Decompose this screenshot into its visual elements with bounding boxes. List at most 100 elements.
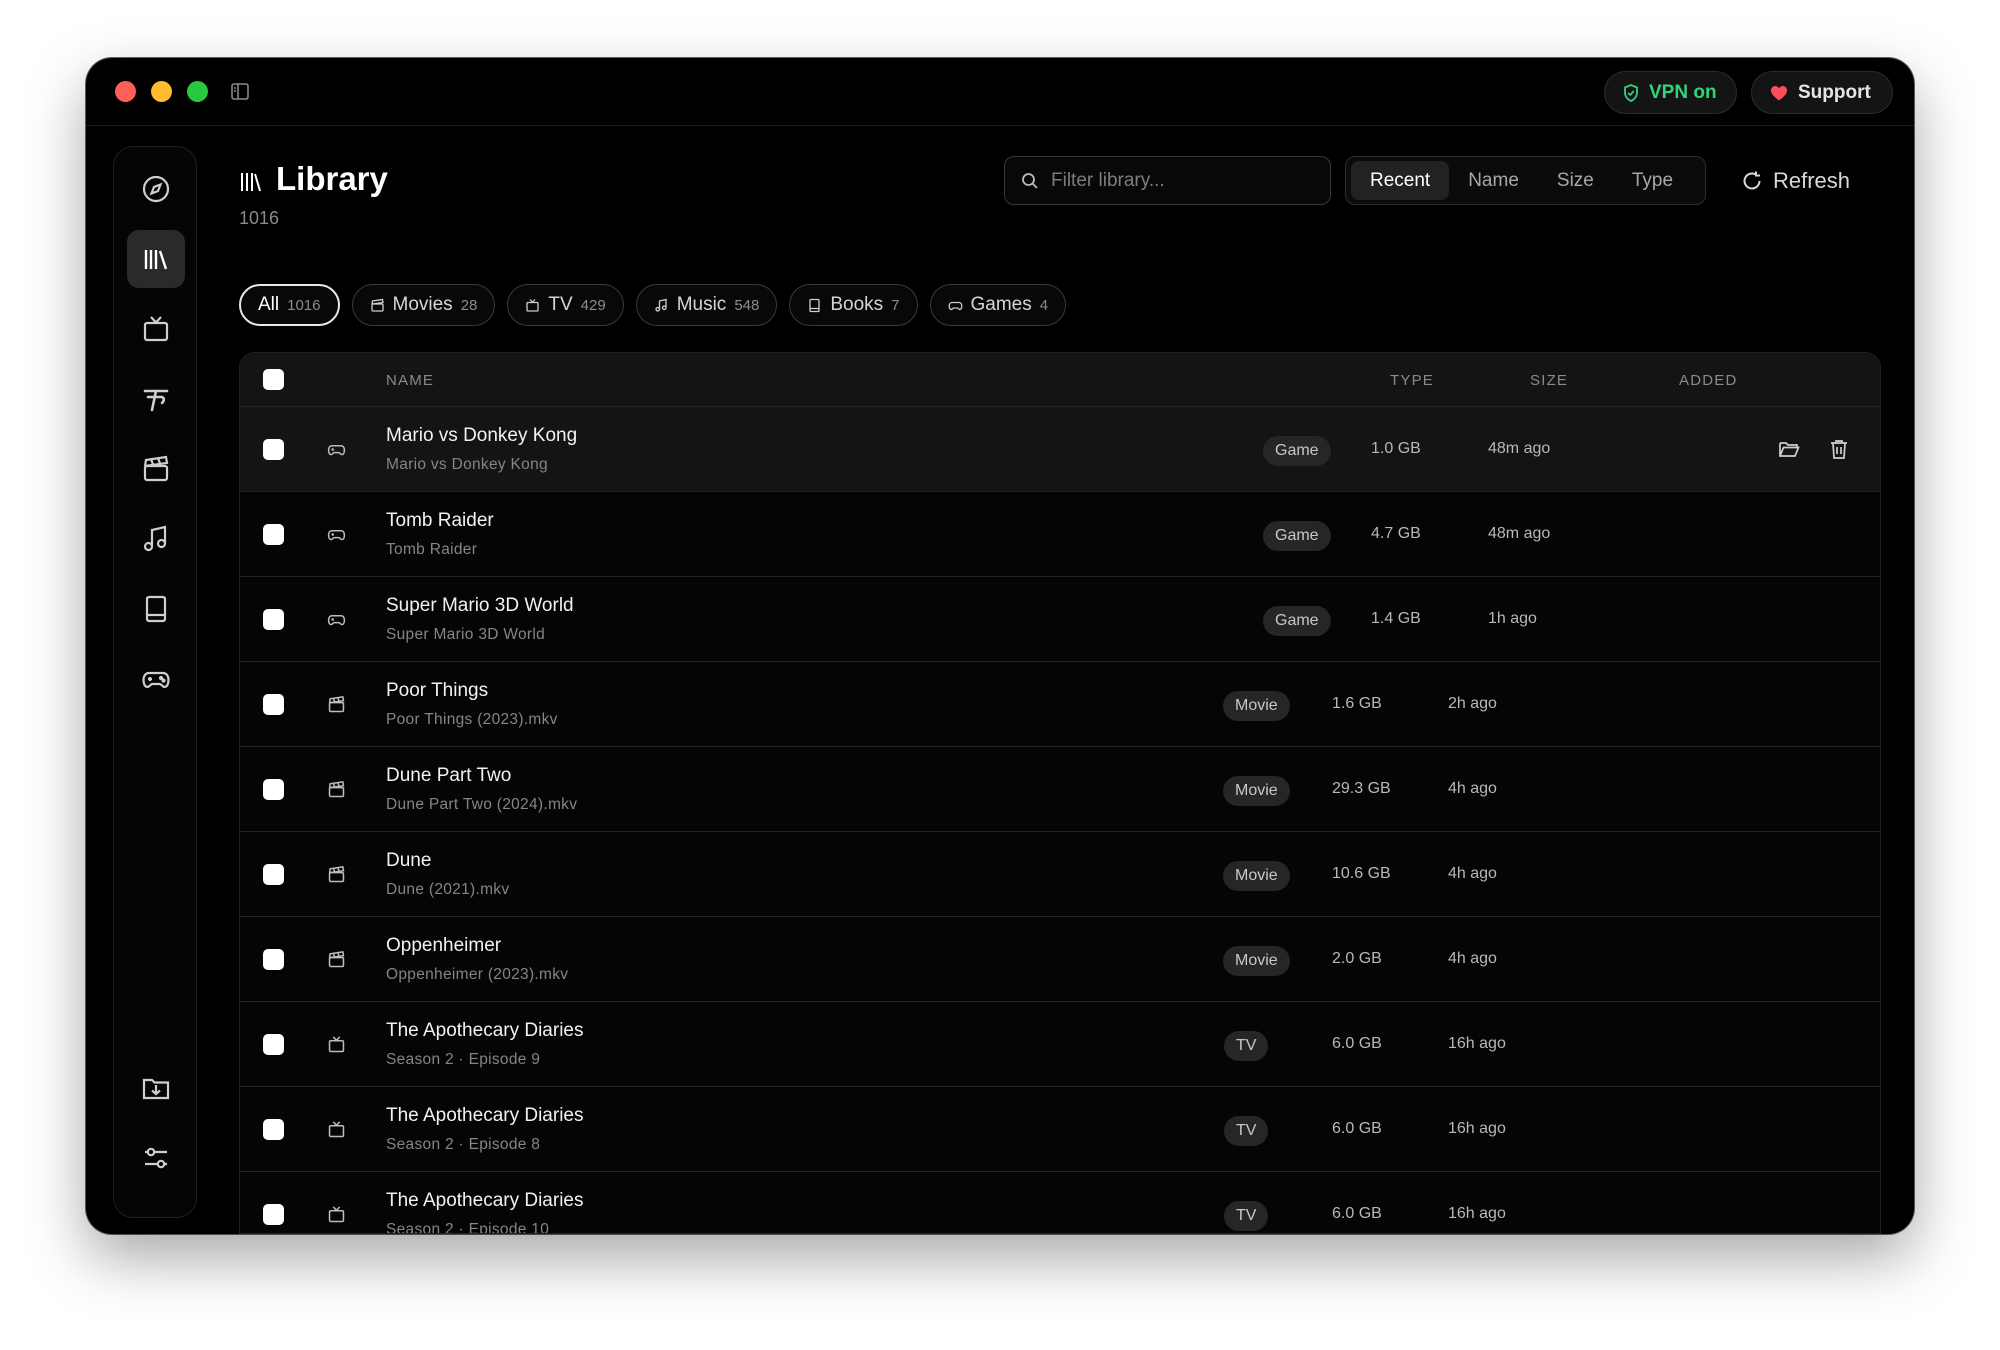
row-size: 6.0 GB (1332, 1205, 1382, 1222)
search-box[interactable] (1004, 156, 1331, 205)
zoom-window-button[interactable] (187, 81, 208, 102)
table-row[interactable]: The Apothecary Diaries Season 2 · Episode… (240, 1087, 1880, 1172)
row-checkbox[interactable] (263, 609, 284, 630)
table-header: NAME TYPE SIZE ADDED (240, 353, 1880, 407)
table-row[interactable]: Tomb Raider Tomb Raider Game 4.7 GB 48m ago (240, 492, 1880, 577)
sidebar-item-games[interactable] (127, 650, 185, 708)
row-checkbox[interactable] (263, 779, 284, 800)
table-row[interactable]: The Apothecary Diaries Season 2 · Episode… (240, 1172, 1880, 1234)
row-size: 1.4 GB (1371, 610, 1421, 627)
row-checkbox[interactable] (263, 1034, 284, 1055)
sort-segmented-control: Recent Name Size Type (1345, 156, 1706, 205)
compass-icon (142, 175, 170, 203)
table-row[interactable]: Poor Things Poor Things (2023).mkv Movie 1.… (240, 662, 1880, 747)
column-header-size[interactable]: SIZE (1530, 372, 1568, 389)
type-badge: TV (1224, 1031, 1269, 1061)
filter-tv[interactable]: TV 429 (507, 284, 624, 326)
close-window-button[interactable] (115, 81, 136, 102)
sort-type[interactable]: Type (1613, 161, 1692, 200)
row-checkbox[interactable] (263, 439, 284, 460)
sidebar-item-library[interactable] (127, 230, 185, 288)
filter-games[interactable]: Games 4 (929, 284, 1067, 326)
column-header-type[interactable]: TYPE (1390, 372, 1434, 389)
open-folder-icon[interactable] (1778, 438, 1800, 460)
row-subtitle: Season 2 · Episode 10 (386, 1221, 550, 1234)
table-row[interactable]: Mario vs Donkey Kong Mario vs Donkey Kong… (240, 407, 1880, 492)
row-title: Super Mario 3D World (386, 595, 574, 616)
select-all-checkbox[interactable] (263, 369, 284, 390)
sidebar-item-tv[interactable] (127, 300, 185, 358)
sidebar-item-settings[interactable] (127, 1129, 185, 1187)
sidebar-item-music[interactable] (127, 510, 185, 568)
sidebar-rail (113, 146, 197, 1218)
filter-books[interactable]: Books 7 (789, 284, 918, 326)
search-input[interactable] (1051, 169, 1311, 192)
sidebar-item-downloads[interactable] (127, 1059, 185, 1117)
sidebar-item-discover[interactable] (127, 160, 185, 218)
table-row[interactable]: The Apothecary Diaries Season 2 · Episode… (240, 1002, 1880, 1087)
row-checkbox[interactable] (263, 694, 284, 715)
sort-recent[interactable]: Recent (1351, 161, 1450, 200)
row-checkbox[interactable] (263, 1204, 284, 1225)
row-added: 16h ago (1448, 1205, 1506, 1222)
sort-size[interactable]: Size (1538, 161, 1613, 200)
tv-icon (143, 316, 169, 342)
settings-sliders-icon (145, 1147, 167, 1169)
shield-check-icon (1624, 83, 1638, 102)
row-size: 1.0 GB (1371, 440, 1421, 457)
filter-label: Music (676, 294, 727, 315)
sidebar-item-torrents[interactable] (127, 370, 185, 428)
sidebar-item-books[interactable] (127, 580, 185, 638)
clapperboard-icon (143, 455, 169, 482)
row-added: 48m ago (1488, 440, 1551, 457)
clapperboard-icon (328, 781, 345, 798)
row-title: The Apothecary Diaries (386, 1105, 584, 1126)
row-title: Dune Part Two (386, 765, 512, 786)
library-icon (241, 173, 261, 192)
filter-label: Books (830, 294, 884, 315)
vpn-label: VPN on (1649, 81, 1717, 103)
row-checkbox[interactable] (263, 524, 284, 545)
sidebar-item-movies[interactable] (127, 440, 185, 498)
refresh-button[interactable]: Refresh (1741, 168, 1850, 194)
library-icon (144, 250, 168, 270)
sort-name[interactable]: Name (1449, 161, 1538, 200)
table-row[interactable]: Super Mario 3D World Super Mario 3D World… (240, 577, 1880, 662)
row-added: 1h ago (1488, 610, 1537, 627)
table-row[interactable]: Dune Dune (2021).mkv Movie 10.6 GB 4h ago (240, 832, 1880, 917)
row-size: 1.6 GB (1332, 695, 1382, 712)
clapperboard-icon (370, 298, 384, 312)
filter-music[interactable]: Music 548 (635, 284, 778, 326)
column-header-added[interactable]: ADDED (1679, 372, 1738, 389)
filter-movies[interactable]: Movies 28 (351, 284, 496, 326)
column-header-name[interactable]: NAME (386, 372, 434, 389)
minimize-window-button[interactable] (151, 81, 172, 102)
row-size: 29.3 GB (1332, 780, 1391, 797)
vpn-status-button[interactable]: VPN on (1604, 71, 1737, 114)
filter-count: 28 (460, 296, 478, 314)
row-title: Poor Things (386, 680, 489, 701)
library-table: NAME TYPE SIZE ADDED Mario vs Donkey Kon… (239, 352, 1881, 1234)
app-window: VPN on Support Library 1016 Filter libra… (86, 58, 1914, 1234)
row-size: 4.7 GB (1371, 525, 1421, 542)
filter-label: Games (970, 294, 1032, 315)
trash-icon[interactable] (1828, 438, 1850, 460)
sidebar-toggle-icon[interactable] (231, 83, 249, 100)
music-icon (143, 525, 167, 552)
table-row[interactable]: Oppenheimer Oppenheimer (2023).mkv Movie 2.… (240, 917, 1880, 1002)
row-subtitle: Season 2 · Episode 9 (386, 1051, 541, 1068)
filter-chips: All 1016 Movies 28 TV 429 Music 548 Book… (239, 284, 1067, 326)
support-button[interactable]: Support (1751, 71, 1893, 114)
row-checkbox[interactable] (263, 864, 284, 885)
clapperboard-icon (328, 951, 345, 968)
row-title: The Apothecary Diaries (386, 1190, 584, 1211)
table-row[interactable]: Dune Part Two Dune Part Two (2024).mkv Mov… (240, 747, 1880, 832)
row-checkbox[interactable] (263, 1119, 284, 1140)
type-badge: Movie (1223, 776, 1290, 806)
filter-count: 7 (891, 296, 900, 314)
gamepad-icon (327, 529, 346, 541)
filter-all[interactable]: All 1016 (239, 284, 340, 326)
filter-count: 548 (734, 296, 760, 314)
row-checkbox[interactable] (263, 949, 284, 970)
refresh-icon (1743, 171, 1761, 190)
